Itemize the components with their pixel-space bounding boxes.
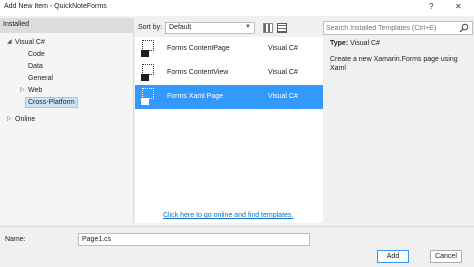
title-bar: Add New Item - QuickNoteForms ? ✕	[0, 0, 474, 16]
find-templates-online-link[interactable]: Click here to go online and find templat…	[163, 212, 293, 219]
tree-item-online[interactable]: ▷ Online	[7, 115, 36, 124]
tree-item-label: Data	[28, 63, 43, 70]
tree-item-label: Web	[28, 87, 43, 94]
template-list: Forms ContentPage Visual C# Forms Conten…	[135, 37, 323, 223]
type-row: Type: Visual C#	[330, 40, 472, 47]
window-title: Add New Item - QuickNoteForms	[4, 3, 107, 10]
template-details: Type: Visual C# Create a new Xamarin.For…	[330, 40, 472, 73]
chevron-down-icon: ▼	[245, 24, 251, 30]
cancel-button[interactable]: Cancel	[430, 250, 462, 263]
help-button[interactable]: ?	[429, 2, 433, 11]
category-tree: Installed ◢ Visual C# Code Data General …	[0, 18, 134, 225]
footer: Name: Add Cancel	[0, 226, 474, 267]
type-label: Type:	[330, 40, 349, 47]
template-language: Visual C#	[268, 45, 298, 52]
template-name: Forms ContentView	[167, 69, 229, 76]
forms-view-icon	[141, 64, 156, 81]
type-value: Visual C#	[350, 40, 380, 47]
tree-item-label: Code	[28, 51, 45, 58]
sort-value: Default	[169, 24, 192, 31]
tree-item-label: Cross-Platform	[28, 99, 75, 106]
tree-item-visual-csharp[interactable]: ◢ Visual C#	[7, 38, 45, 47]
tree-item-label: Online	[15, 116, 36, 123]
add-button[interactable]: Add	[377, 250, 409, 263]
tree-item-cross-platform[interactable]: Cross-Platform	[25, 97, 78, 108]
search-input[interactable]	[326, 23, 454, 33]
tree-item-general[interactable]: General	[28, 74, 53, 83]
sort-dropdown[interactable]: Default ▼	[165, 22, 255, 34]
sort-label: Sort by:	[138, 24, 163, 31]
name-field[interactable]	[78, 233, 310, 246]
tree-item-label: General	[28, 75, 53, 82]
installed-header[interactable]: Installed	[0, 18, 134, 33]
template-name: Forms Xaml Page	[167, 93, 224, 100]
collapsed-arrow-icon[interactable]: ▷	[20, 86, 25, 95]
sort-bar: Sort by: Default ▼	[135, 21, 320, 35]
tree-item-web[interactable]: ▷ Web	[20, 86, 43, 95]
template-item[interactable]: Forms ContentView Visual C#	[135, 61, 323, 85]
collapsed-arrow-icon[interactable]: ▷	[7, 115, 12, 124]
template-item[interactable]: Forms ContentPage Visual C#	[135, 37, 323, 61]
tree-item-code[interactable]: Code	[28, 50, 45, 59]
template-item-selected[interactable]: Forms Xaml Page Visual C#	[135, 85, 323, 109]
xaml-page-icon	[141, 88, 156, 105]
name-label: Name:	[5, 236, 26, 243]
template-language: Visual C#	[268, 93, 298, 100]
tree-item-label: Visual C#	[15, 39, 45, 46]
medium-icons-view-button[interactable]	[263, 23, 273, 33]
search-box[interactable]	[323, 21, 473, 35]
search-icon[interactable]	[459, 23, 469, 33]
forms-page-icon	[141, 40, 156, 57]
tree-item-data[interactable]: Data	[28, 62, 43, 71]
template-description: Create a new Xamarin.Forms page using Xa…	[330, 56, 458, 72]
installed-header-label: Installed	[3, 21, 30, 28]
template-language: Visual C#	[268, 69, 298, 76]
expanded-arrow-icon[interactable]: ◢	[7, 38, 12, 47]
list-view-button[interactable]	[277, 23, 287, 33]
template-name: Forms ContentPage	[167, 45, 230, 52]
close-button[interactable]: ✕	[455, 2, 462, 11]
